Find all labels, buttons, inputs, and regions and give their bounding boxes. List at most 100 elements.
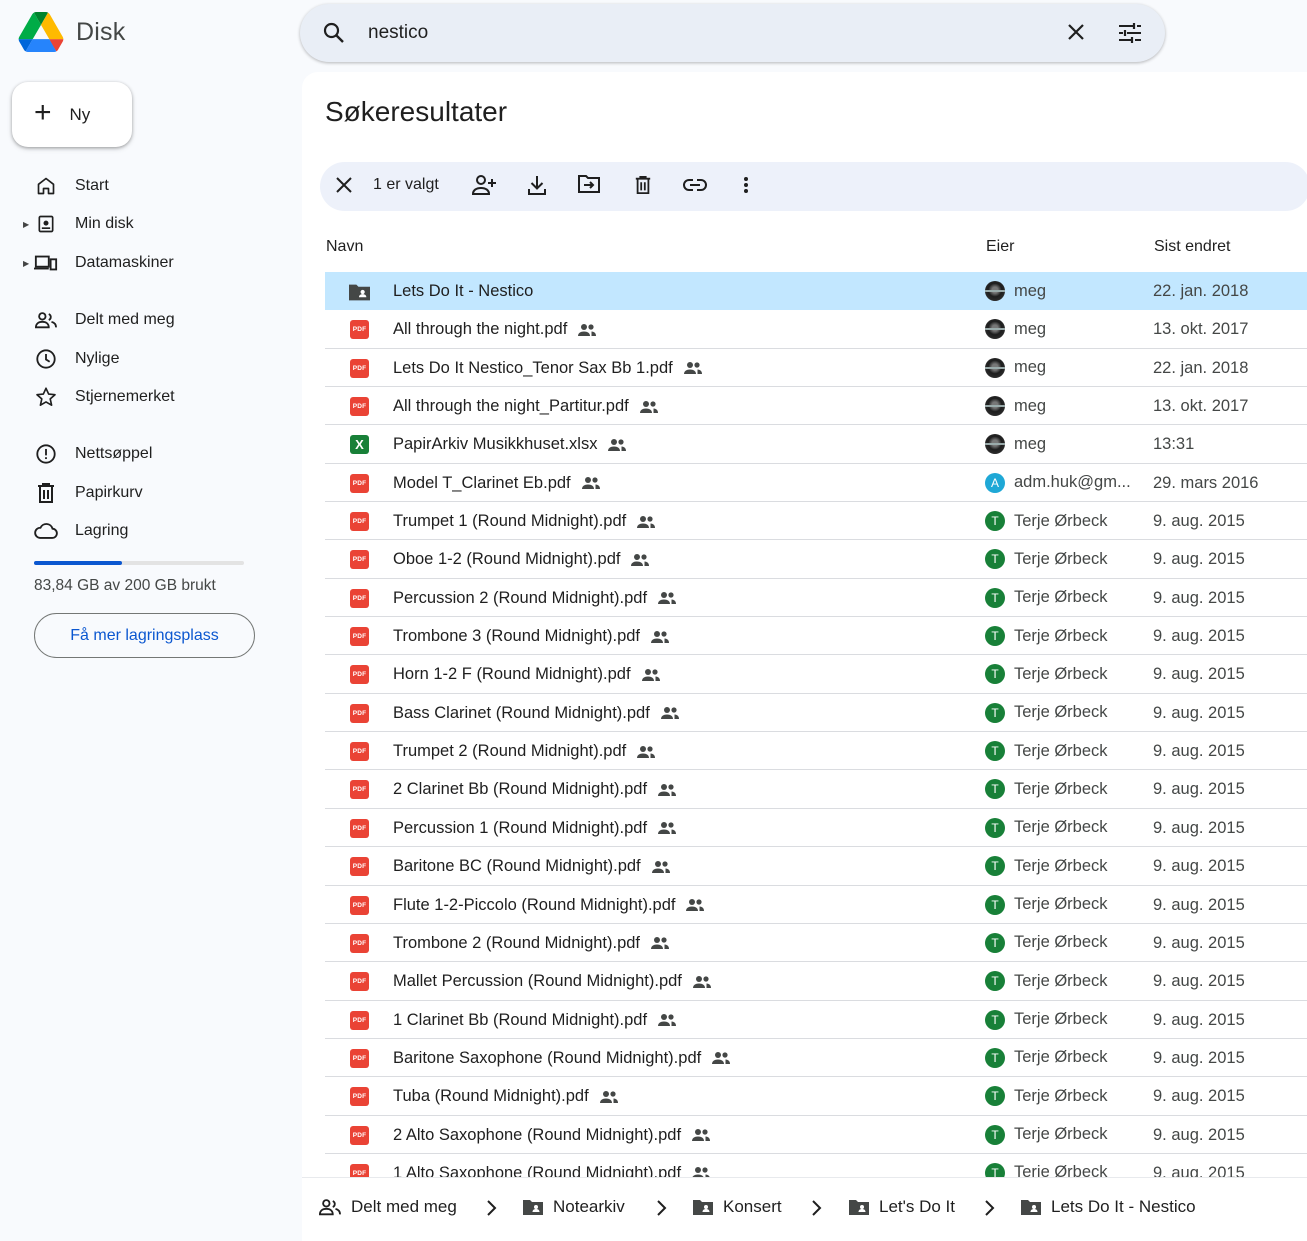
- file-type-icon: PDF: [349, 818, 370, 839]
- breadcrumb: Delt med meg Notearkiv Konsert Let's Do …: [302, 1177, 1307, 1241]
- owner-avatar: T: [985, 1124, 1005, 1145]
- file-name: Oboe 1-2 (Round Midnight).pdf: [393, 550, 650, 569]
- file-row[interactable]: PDF Mallet Percussion (Round Midnight).pd…: [325, 962, 1307, 1001]
- owner-name: adm.huk@gm...: [1014, 473, 1131, 492]
- file-name: All through the night.pdf: [393, 320, 597, 339]
- file-row[interactable]: X PapirArkiv Musikkhuset.xlsx meg 13:31: [325, 425, 1307, 464]
- owner-avatar: T: [985, 626, 1005, 647]
- column-header-owner[interactable]: Eier: [986, 238, 1014, 256]
- breadcrumb-item-lets-do-it-nestico[interactable]: Lets Do It - Nestico: [1021, 1197, 1196, 1217]
- column-header-modified[interactable]: Sist endret: [1154, 238, 1230, 256]
- sidebar-item-papirkurv[interactable]: Papirkurv: [0, 476, 280, 510]
- sidebar-item-nettsoppel[interactable]: Nettsøppel: [0, 437, 280, 471]
- file-name-text: 1 Clarinet Bb (Round Midnight).pdf: [393, 1010, 648, 1029]
- owner-avatar: T: [985, 1009, 1005, 1030]
- shared-icon: [636, 515, 656, 529]
- file-row[interactable]: PDF Bass Clarinet (Round Midnight).pdf T Te…: [325, 694, 1307, 733]
- move-icon[interactable]: [578, 174, 600, 199]
- owner-avatar: T: [985, 1086, 1005, 1107]
- shared-icon: [630, 553, 650, 567]
- file-modified: 9. aug. 2015: [1153, 703, 1245, 722]
- sidebar: Disk + Ny Start ▶ Min disk ▶ Datamaskine…: [0, 0, 300, 1241]
- file-row[interactable]: Lets Do It - Nestico meg 22. jan. 2018: [325, 272, 1307, 311]
- expand-caret-icon[interactable]: ▶: [23, 220, 29, 229]
- file-name-text: All through the night_Partitur.pdf: [393, 397, 629, 416]
- more-actions-icon[interactable]: [743, 174, 749, 201]
- get-more-storage-button[interactable]: Få mer lagringsplass: [34, 613, 255, 658]
- file-owner: T Terje Ørbeck: [985, 1047, 1108, 1068]
- chevron-right-icon: [810, 1199, 822, 1222]
- file-row[interactable]: PDF Horn 1-2 F (Round Midnight).pdf T Terje…: [325, 655, 1307, 694]
- sidebar-item-delt-med-meg[interactable]: Delt med meg: [0, 303, 280, 337]
- cloud-icon: [34, 519, 58, 543]
- file-row[interactable]: PDF 1 Clarinet Bb (Round Midnight).pdf T Te…: [325, 1001, 1307, 1039]
- pdf-file-icon: PDF: [350, 588, 369, 608]
- file-name: Trombone 2 (Round Midnight).pdf: [393, 934, 670, 953]
- pdf-file-icon: PDF: [350, 742, 369, 762]
- file-row[interactable]: PDF Trombone 3 (Round Midnight).pdf T Terje…: [325, 617, 1307, 656]
- copy-link-icon[interactable]: [683, 174, 707, 201]
- breadcrumb-item-notearkiv[interactable]: Notearkiv: [523, 1197, 625, 1217]
- column-header-name[interactable]: Navn: [326, 238, 363, 256]
- share-icon[interactable]: [471, 174, 496, 201]
- file-row[interactable]: PDF Model T_Clarinet Eb.pdf Aadm.huk@gm...…: [325, 464, 1307, 503]
- file-row[interactable]: PDF Flute 1-2-Piccolo (Round Midnight).pd…: [325, 886, 1307, 924]
- file-row[interactable]: PDF Trombone 2 (Round Midnight).pdf T Terje…: [325, 924, 1307, 963]
- file-row[interactable]: PDF 2 Alto Saxophone (Round Midnight).pdf…: [325, 1116, 1307, 1154]
- file-row[interactable]: PDF Percussion 1 (Round Midnight).pdf T Ter…: [325, 809, 1307, 848]
- close-selection-icon[interactable]: [335, 176, 353, 199]
- trash-icon: [34, 481, 58, 505]
- sidebar-item-datamaskiner[interactable]: ▶ Datamaskiner: [0, 246, 280, 280]
- storage-usage-text: 83,84 GB av 200 GB brukt: [34, 577, 216, 594]
- file-name: Lets Do It - Nestico: [393, 282, 533, 301]
- breadcrumb-item-delt-med-meg[interactable]: Delt med meg: [319, 1197, 457, 1217]
- search-options-icon[interactable]: [1117, 21, 1143, 50]
- expand-caret-icon[interactable]: ▶: [23, 259, 29, 268]
- file-row[interactable]: PDF Oboe 1-2 (Round Midnight).pdf T Terje Ø…: [325, 540, 1307, 579]
- sidebar-item-lagring[interactable]: Lagring: [0, 514, 280, 548]
- sidebar-item-stjernemerket[interactable]: Stjernemerket: [0, 380, 280, 414]
- owner-name: Terje Ørbeck: [1014, 1010, 1108, 1029]
- file-row[interactable]: PDF Baritone Saxophone (Round Midnight).p…: [325, 1039, 1307, 1078]
- sidebar-item-label: Datamaskiner: [75, 254, 174, 271]
- clear-search-icon[interactable]: [1066, 22, 1086, 47]
- sidebar-item-nylige[interactable]: Nylige: [0, 342, 280, 376]
- file-name-text: Percussion 2 (Round Midnight).pdf: [393, 588, 648, 607]
- file-name-text: Flute 1-2-Piccolo (Round Midnight).pdf: [393, 895, 676, 914]
- delete-icon[interactable]: [634, 174, 652, 201]
- file-owner: Aadm.huk@gm...: [985, 472, 1131, 493]
- drive-logo[interactable]: Disk: [18, 12, 125, 52]
- file-row[interactable]: PDF Lets Do It Nestico_Tenor Sax Bb 1.pdf…: [325, 349, 1307, 388]
- new-button[interactable]: + Ny: [12, 82, 132, 147]
- owner-name: Terje Ørbeck: [1014, 779, 1108, 798]
- file-row[interactable]: PDF All through the night_Partitur.pdf meg…: [325, 387, 1307, 426]
- file-row[interactable]: PDF All through the night.pdf meg 13. okt. …: [325, 310, 1307, 349]
- sidebar-item-min-disk[interactable]: ▶ Min disk: [0, 207, 280, 241]
- file-row[interactable]: PDF Trumpet 1 (Round Midnight).pdf T Terje …: [325, 502, 1307, 541]
- sidebar-item-label: Lagring: [75, 522, 129, 539]
- file-row[interactable]: PDF 2 Clarinet Bb (Round Midnight).pdf T Te…: [325, 770, 1307, 809]
- shared-people-icon: [34, 308, 58, 332]
- file-name-text: Oboe 1-2 (Round Midnight).pdf: [393, 550, 621, 569]
- breadcrumb-item-konsert[interactable]: Konsert: [693, 1197, 782, 1217]
- file-modified: 22. jan. 2018: [1153, 282, 1249, 300]
- file-owner: T Terje Ørbeck: [985, 894, 1108, 915]
- file-type-icon: PDF: [349, 741, 370, 762]
- file-name: Flute 1-2-Piccolo (Round Midnight).pdf: [393, 896, 705, 915]
- file-modified: 9. aug. 2015: [1153, 627, 1245, 646]
- breadcrumb-label: Notearkiv: [553, 1197, 625, 1216]
- search-input[interactable]: [368, 18, 1008, 48]
- file-type-icon: PDF: [349, 933, 370, 954]
- sidebar-item-start[interactable]: Start: [0, 169, 280, 203]
- file-row[interactable]: PDF Trumpet 2 (Round Midnight).pdf T Terje …: [325, 732, 1307, 771]
- file-row[interactable]: PDF Tuba (Round Midnight).pdf T Terje Ørbec…: [325, 1077, 1307, 1116]
- file-modified: 9. aug. 2015: [1153, 512, 1245, 531]
- search-icon[interactable]: [322, 21, 346, 50]
- file-row[interactable]: PDF Percussion 2 (Round Midnight).pdf T Ter…: [325, 579, 1307, 618]
- file-name-text: Tuba (Round Midnight).pdf: [393, 1087, 589, 1106]
- file-modified: 9. aug. 2015: [1153, 1125, 1245, 1144]
- file-row[interactable]: PDF Baritone BC (Round Midnight).pdf T Terj…: [325, 847, 1307, 886]
- breadcrumb-item-lets-do-it[interactable]: Let's Do It: [849, 1197, 955, 1217]
- download-icon[interactable]: [527, 174, 547, 201]
- plus-icon: +: [34, 96, 52, 129]
